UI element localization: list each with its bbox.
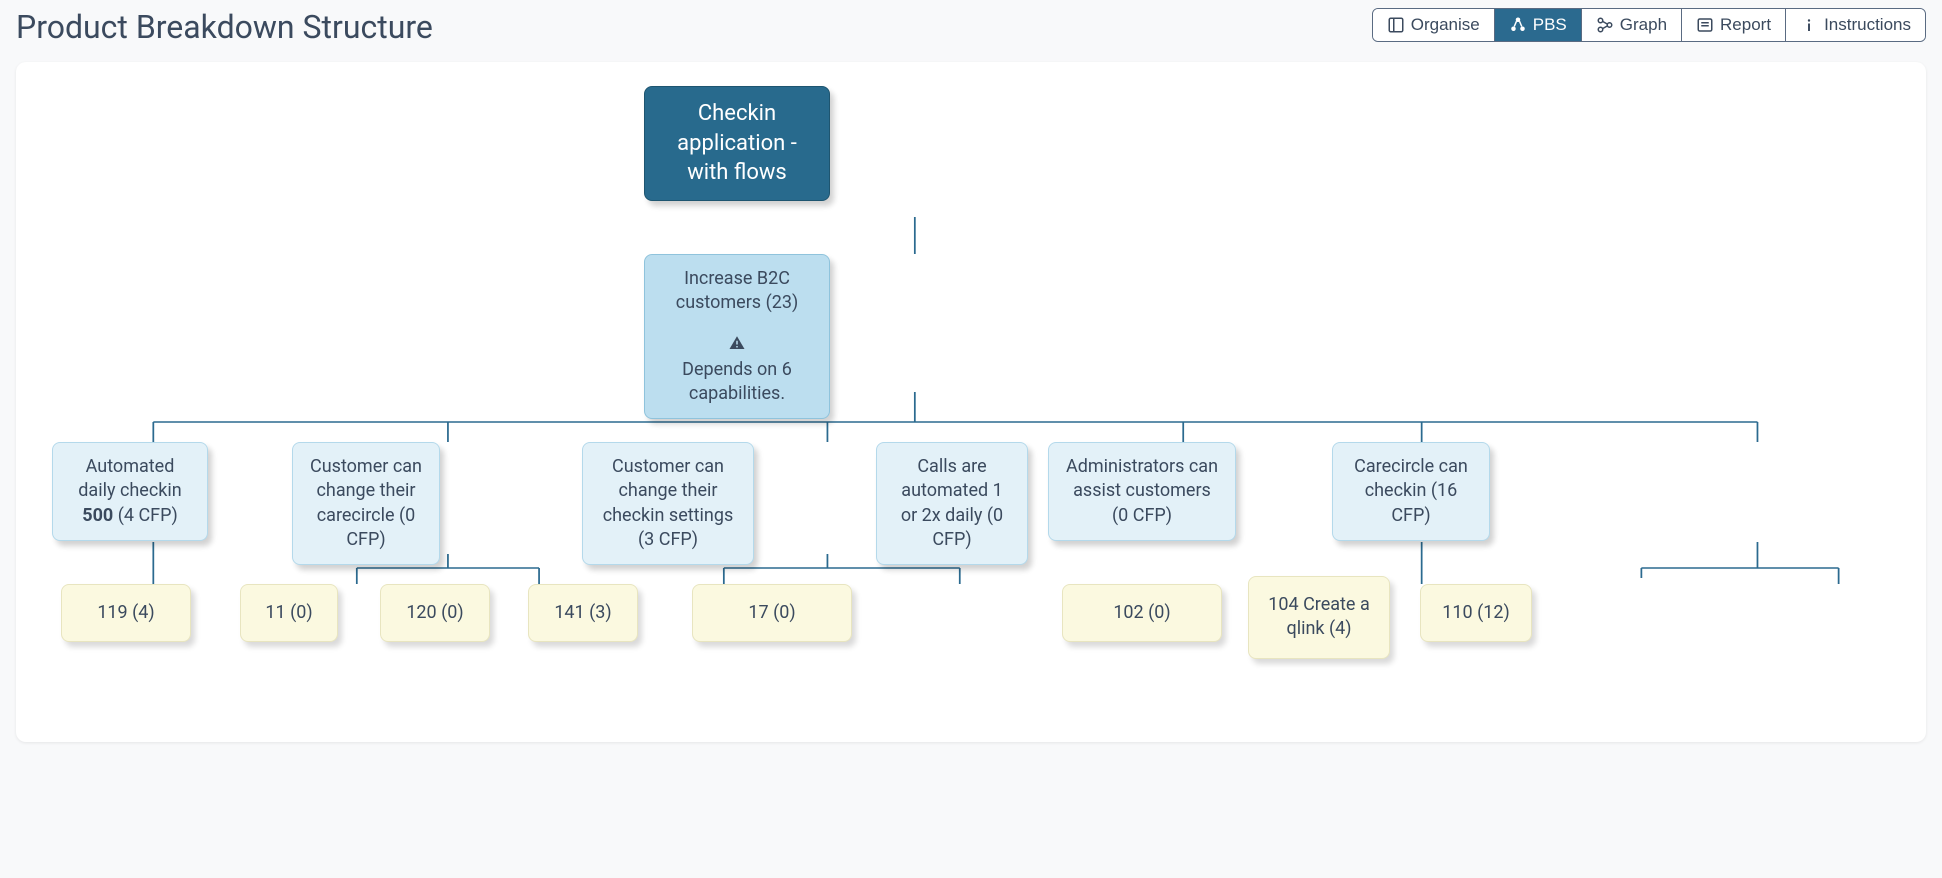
leaf-102-label: 102 (0) — [1113, 602, 1170, 623]
cap5-text: Carecircle can checkin (16 CFP) — [1354, 456, 1468, 526]
cap4-text: Administrators can assist customers (0 C… — [1066, 456, 1218, 526]
graph-label: Graph — [1620, 15, 1667, 35]
report-button[interactable]: Report — [1682, 9, 1786, 41]
node-capability-5[interactable]: Carecircle can checkin (16 CFP) — [1332, 442, 1490, 541]
report-label: Report — [1720, 15, 1771, 35]
organise-label: Organise — [1411, 15, 1480, 35]
instructions-label: Instructions — [1824, 15, 1911, 35]
node-capability-4[interactable]: Administrators can assist customers (0 C… — [1048, 442, 1236, 541]
node-capability-2[interactable]: Customer can change their checkin settin… — [582, 442, 754, 565]
node-capability-1[interactable]: Customer can change their carecircle (0 … — [292, 442, 440, 565]
cap0-post: (4 CFP) — [113, 505, 178, 526]
leaf-104-label: 104 Create a qlink (4) — [1268, 594, 1370, 639]
page-title: Product Breakdown Structure — [16, 8, 433, 46]
view-toolbar: Organise PBS Graph Report Instructions — [1372, 8, 1926, 42]
node-outcome[interactable]: Increase B2C customers (23) Depends on 6… — [644, 254, 830, 419]
root-line1: Checkin — [659, 99, 815, 129]
node-leaf-110[interactable]: 110 (12) — [1420, 584, 1532, 642]
leaf-120-label: 120 (0) — [406, 602, 463, 623]
graph-button[interactable]: Graph — [1582, 9, 1682, 41]
node-capability-3[interactable]: Calls are automated 1 or 2x daily (0 CFP… — [876, 442, 1028, 565]
node-capability-0[interactable]: Automated daily checkin 500 (4 CFP) — [52, 442, 208, 541]
node-leaf-119[interactable]: 119 (4) — [61, 584, 191, 642]
outcome-title: Increase B2C customers (23) — [659, 267, 815, 316]
leaf-11-label: 11 (0) — [265, 602, 312, 623]
node-leaf-11[interactable]: 11 (0) — [240, 584, 338, 642]
node-leaf-102[interactable]: 102 (0) — [1062, 584, 1222, 642]
root-line2: application - — [659, 129, 815, 159]
pbs-canvas: Checkin application - with flows Increas… — [16, 62, 1926, 742]
organise-icon — [1387, 16, 1405, 34]
node-leaf-120[interactable]: 120 (0) — [380, 584, 490, 642]
graph-icon — [1596, 16, 1614, 34]
cap3-text: Calls are automated 1 or 2x daily (0 CFP… — [901, 456, 1003, 550]
cap2-text: Customer can change their checkin settin… — [603, 456, 734, 550]
node-leaf-104[interactable]: 104 Create a qlink (4) — [1248, 576, 1390, 659]
leaf-17-label: 17 (0) — [748, 602, 795, 623]
root-line3: with flows — [659, 158, 815, 188]
leaf-110-label: 110 (12) — [1442, 602, 1509, 623]
warning-icon — [728, 334, 746, 352]
leaf-141-label: 141 (3) — [554, 602, 611, 623]
cap0-pre: Automated daily checkin — [78, 456, 181, 501]
leaf-119-label: 119 (4) — [97, 602, 154, 623]
node-root[interactable]: Checkin application - with flows — [644, 86, 830, 201]
pbs-icon — [1509, 16, 1527, 34]
instructions-button[interactable]: Instructions — [1786, 9, 1925, 41]
node-leaf-141[interactable]: 141 (3) — [528, 584, 638, 642]
cap1-text: Customer can change their carecircle (0 … — [310, 456, 422, 550]
cap0-bold: 500 — [82, 505, 113, 526]
pbs-button[interactable]: PBS — [1495, 9, 1582, 41]
report-icon — [1696, 16, 1714, 34]
pbs-label: PBS — [1533, 15, 1567, 35]
node-leaf-17[interactable]: 17 (0) — [692, 584, 852, 642]
organise-button[interactable]: Organise — [1373, 9, 1495, 41]
info-icon — [1800, 16, 1818, 34]
outcome-warning: Depends on 6 capabilities. — [659, 358, 815, 407]
